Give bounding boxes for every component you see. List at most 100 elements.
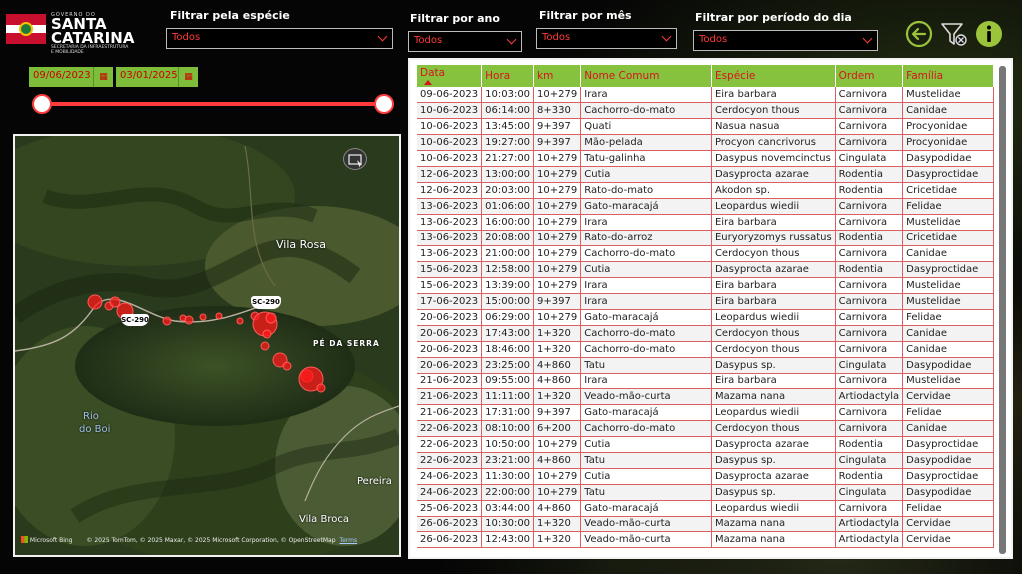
date-range-slider-track[interactable] bbox=[42, 102, 384, 106]
table-row[interactable]: 22-06-2023 23:21:00 4+860 Tatu Dasypus sp. Ci… bbox=[417, 452, 994, 469]
table-row[interactable]: 10-06-2023 13:45:00 9+397 Quati Nasua nasua C… bbox=[417, 118, 994, 136]
logo-secretariat: SECRETARIA DA INFRAESTRUTURA E MOBILIDAD… bbox=[51, 45, 129, 55]
table-row[interactable]: 13-06-2023 16:00:00 10+279 Irara Eira barbar… bbox=[417, 214, 994, 231]
col-common-name: Tatu bbox=[580, 484, 712, 501]
header-col-species[interactable]: Espécie bbox=[711, 65, 836, 87]
occurrence-marker[interactable] bbox=[87, 294, 103, 310]
col-date: 17-06-2023 bbox=[417, 293, 483, 310]
occurrence-marker[interactable] bbox=[215, 312, 223, 320]
occurrence-marker[interactable] bbox=[316, 383, 326, 393]
species-filter-dropdown[interactable]: Todos bbox=[166, 28, 393, 49]
col-order: Rodentia bbox=[835, 436, 904, 453]
col-order: Carnivora bbox=[835, 420, 904, 438]
header-col-km[interactable]: km bbox=[533, 65, 582, 87]
col-common-name: Cachorro-do-mato bbox=[580, 325, 712, 342]
header-col-family[interactable]: Família bbox=[902, 65, 994, 87]
table-row[interactable]: 20-06-2023 17:43:00 1+320 Cachorro-do-mato C… bbox=[417, 325, 994, 342]
table-row[interactable]: 24-06-2023 22:00:00 10+279 Tatu Dasypus sp. C… bbox=[417, 484, 994, 501]
col-species: Procyon cancrivorus bbox=[711, 134, 836, 152]
col-time: 06:29:00 bbox=[481, 309, 535, 326]
col-family: Felidae bbox=[902, 404, 994, 422]
calendar-icon[interactable]: ▦ bbox=[93, 67, 113, 87]
table-row[interactable]: 20-06-2023 06:29:00 10+279 Gato-maracajá Leo… bbox=[417, 309, 994, 326]
map-attribution: Microsoft Bing © 2025 TomTom, © 2025 Max… bbox=[21, 536, 357, 544]
occurrence-marker[interactable] bbox=[199, 313, 207, 321]
occurrence-marker[interactable] bbox=[184, 315, 194, 325]
occurrence-marker[interactable] bbox=[162, 316, 172, 326]
col-order: Carnivora bbox=[835, 134, 904, 152]
col-order: Cingulata bbox=[835, 150, 904, 167]
table-row[interactable]: 13-06-2023 21:00:00 10+279 Cachorro-do-mato… bbox=[417, 245, 994, 263]
occurrence-map[interactable]: SC-290 SC-290 Vila Rosa PÉ DA SERRA Rio … bbox=[13, 134, 401, 557]
header-col-time[interactable]: Hora bbox=[481, 65, 535, 87]
table-row[interactable]: 12-06-2023 13:00:00 10+279 Cutia Dasyprocta … bbox=[417, 166, 994, 183]
table-row[interactable]: 26-06-2023 12:43:00 1+320 Veado-mão-curta Ma… bbox=[417, 531, 994, 549]
table-row[interactable]: 20-06-2023 18:46:00 1+320 Cachorro-do-mato C… bbox=[417, 341, 994, 358]
year-filter-dropdown[interactable]: Todos bbox=[408, 31, 522, 52]
occurrence-marker[interactable] bbox=[265, 312, 277, 324]
place-vila-broca: Vila Broca bbox=[299, 514, 349, 525]
col-date: 21-06-2023 bbox=[417, 404, 483, 422]
table-row[interactable]: 15-06-2023 13:39:00 10+279 Irara Eira barbar… bbox=[417, 277, 994, 295]
col-date: 24-06-2023 bbox=[417, 484, 483, 501]
table-row[interactable]: 25-06-2023 03:44:00 4+860 Gato-maracajá Leop… bbox=[417, 500, 994, 517]
period-filter-dropdown[interactable]: Todos bbox=[693, 30, 878, 51]
col-common-name: Quati bbox=[580, 118, 712, 136]
occurrence-marker[interactable] bbox=[236, 317, 244, 325]
occurrence-marker[interactable] bbox=[109, 296, 121, 308]
table-row[interactable]: 15-06-2023 12:58:00 10+279 Cutia Dasyprocta … bbox=[417, 261, 994, 279]
table-row[interactable]: 21-06-2023 17:31:00 9+397 Gato-maracajá Leop… bbox=[417, 404, 994, 422]
col-common-name: Tatu bbox=[580, 452, 712, 469]
table-row[interactable]: 17-06-2023 15:00:00 9+397 Irara Eira barbara… bbox=[417, 293, 994, 310]
col-species: Eira barbara bbox=[711, 373, 836, 390]
col-species: Dasypus novemcinctus bbox=[711, 150, 836, 167]
table-row[interactable]: 20-06-2023 23:25:00 4+860 Tatu Dasypus sp. Ci… bbox=[417, 357, 994, 374]
occurrence-marker[interactable] bbox=[260, 341, 270, 351]
header-label: Hora bbox=[485, 70, 511, 82]
col-time: 08:10:00 bbox=[481, 420, 535, 438]
focus-mode-button[interactable] bbox=[343, 148, 367, 170]
header-col-common-name[interactable]: Nome Comum bbox=[580, 65, 712, 87]
table-row[interactable]: 09-06-2023 10:03:00 10+279 Irara Eira barbar… bbox=[417, 87, 994, 104]
header-col-order[interactable]: Ordem bbox=[835, 65, 904, 87]
map-terms-link[interactable]: Terms bbox=[339, 537, 357, 544]
table-row[interactable]: 22-06-2023 10:50:00 10+279 Cutia Dasyprocta … bbox=[417, 436, 994, 453]
col-family: Mustelidae bbox=[902, 373, 994, 390]
clear-filter-icon[interactable] bbox=[940, 20, 968, 48]
end-date-input[interactable]: 03/01/2025 ▦ bbox=[116, 67, 198, 87]
table-row[interactable]: 21-06-2023 11:11:00 1+320 Veado-mão-curta Ma… bbox=[417, 388, 994, 406]
month-filter-dropdown[interactable]: Todos bbox=[536, 28, 677, 49]
table-row[interactable]: 22-06-2023 08:10:00 6+200 Cachorro-do-mato C… bbox=[417, 420, 994, 438]
table-row[interactable]: 21-06-2023 09:55:00 4+860 Irara Eira barbara… bbox=[417, 373, 994, 390]
table-scrollbar[interactable] bbox=[999, 66, 1006, 554]
col-date: 21-06-2023 bbox=[417, 388, 483, 406]
table-scrollbar-thumb[interactable] bbox=[999, 66, 1006, 554]
table-row[interactable]: 10-06-2023 19:27:00 9+397 Mão-pelada Procyon… bbox=[417, 134, 994, 152]
calendar-icon[interactable]: ▦ bbox=[178, 67, 198, 87]
map-brand: Microsoft Bing bbox=[29, 537, 73, 544]
table-row[interactable]: 13-06-2023 01:06:00 10+279 Gato-maracajá Leo… bbox=[417, 198, 994, 215]
back-arrow-icon[interactable] bbox=[905, 20, 933, 48]
date-range-start-handle[interactable] bbox=[32, 94, 52, 114]
start-date-input[interactable]: 09/06/2023 ▦ bbox=[29, 67, 113, 87]
col-km: 4+860 bbox=[533, 452, 582, 469]
col-date: 20-06-2023 bbox=[417, 357, 483, 374]
table-row[interactable]: 12-06-2023 20:03:00 10+279 Rato-do-mato Akod… bbox=[417, 182, 994, 199]
table-row[interactable]: 13-06-2023 20:08:00 10+279 Rato-do-arroz Eur… bbox=[417, 230, 994, 247]
col-time: 11:11:00 bbox=[481, 388, 535, 406]
col-date: 10-06-2023 bbox=[417, 102, 483, 120]
table-row[interactable]: 26-06-2023 10:30:00 1+320 Veado-mão-curta Ma… bbox=[417, 516, 994, 533]
info-icon[interactable] bbox=[975, 20, 1003, 48]
date-range-end-handle[interactable] bbox=[374, 94, 394, 114]
table-row[interactable]: 10-06-2023 06:14:00 8+330 Cachorro-do-mato C… bbox=[417, 102, 994, 120]
col-order: Carnivora bbox=[835, 214, 904, 231]
table-row[interactable]: 24-06-2023 11:30:00 10+279 Cutia Dasyprocta … bbox=[417, 468, 994, 485]
col-date: 26-06-2023 bbox=[417, 516, 483, 533]
table-row[interactable]: 10-06-2023 21:27:00 10+279 Tatu-galinha Dasy… bbox=[417, 150, 994, 167]
col-family: Cricetidae bbox=[902, 230, 994, 247]
occurrence-marker[interactable] bbox=[282, 361, 292, 371]
header-col-date[interactable]: Data bbox=[417, 65, 483, 87]
place-pereira: Pereira bbox=[357, 476, 392, 487]
col-km: 9+397 bbox=[533, 293, 582, 310]
occurrence-marker[interactable] bbox=[262, 329, 272, 339]
